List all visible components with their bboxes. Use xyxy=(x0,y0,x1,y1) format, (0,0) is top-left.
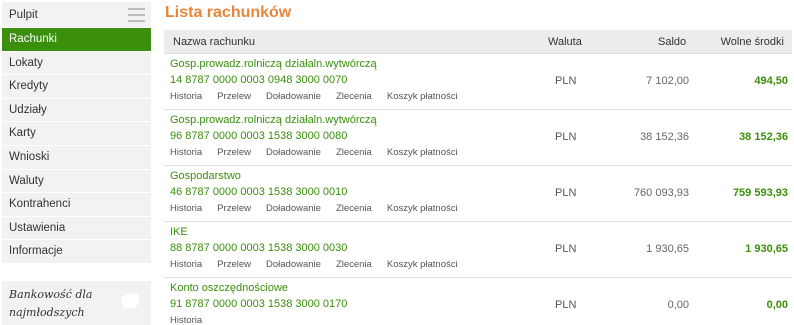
sidebar-item-ustawienia[interactable]: Ustawienia xyxy=(2,216,151,241)
account-number-link[interactable]: 46 8787 0000 0003 1538 3000 0010 xyxy=(170,186,347,198)
action-orders-link[interactable]: Zlecenia xyxy=(336,259,372,270)
sidebar-item-kontrahenci[interactable]: Kontrahenci xyxy=(2,193,151,217)
sidebar-item-waluty[interactable]: Waluty xyxy=(2,169,151,194)
action-orders-link[interactable]: Zlecenia xyxy=(336,91,372,102)
account-available: 494,50 xyxy=(754,75,788,87)
sidebar-item-karty[interactable]: Karty xyxy=(2,122,151,146)
account-currency: PLN xyxy=(555,131,577,143)
account-balance: 0,00 xyxy=(667,299,689,311)
action-basket-link[interactable]: Koszyk płatności xyxy=(387,203,458,214)
sidebar-item-udzialy[interactable]: Udziały xyxy=(2,98,151,123)
sidebar: Pulpit Rachunki Lokaty Kredyty Udziały K… xyxy=(2,2,151,325)
column-header-available: Wolne środki xyxy=(720,36,784,48)
action-history-link[interactable]: Historia xyxy=(170,91,202,102)
account-name-link[interactable]: Gospodarstwo xyxy=(170,170,241,182)
account-available: 0,00 xyxy=(766,299,788,311)
account-balance: 38 152,36 xyxy=(640,131,689,143)
sidebar-item-label: Waluty xyxy=(9,174,44,187)
account-name-link[interactable]: Gosp.prowadz.rolniczą działaln.wytwórczą xyxy=(170,58,377,70)
sidebar-item-kredyty[interactable]: Kredyty xyxy=(2,75,151,99)
sidebar-item-pulpit[interactable]: Pulpit xyxy=(2,2,151,28)
action-transfer-link[interactable]: Przelew xyxy=(217,203,251,214)
promo-banner-kids[interactable]: Bankowość dla najmłodszych xyxy=(2,280,151,325)
action-transfer-link[interactable]: Przelew xyxy=(217,147,251,158)
sidebar-item-label: Ustawienia xyxy=(9,221,66,234)
account-currency: PLN xyxy=(555,75,577,87)
menu-icon[interactable] xyxy=(128,8,145,22)
sidebar-item-label: Kontrahenci xyxy=(9,198,71,211)
piggy-bank-icon xyxy=(121,292,139,309)
account-currency: PLN xyxy=(555,299,577,311)
accounts-table: Nazwa rachunku Waluta Saldo Wolne środki… xyxy=(164,30,792,325)
action-orders-link[interactable]: Zlecenia xyxy=(336,203,372,214)
sidebar-item-informacje[interactable]: Informacje xyxy=(2,240,151,264)
account-available: 1 930,65 xyxy=(745,243,788,255)
action-topup-link[interactable]: Doładowanie xyxy=(266,259,321,270)
action-history-link[interactable]: Historia xyxy=(170,203,202,214)
sidebar-item-label: Udziały xyxy=(9,103,47,116)
account-actions: Historia Przelew Doładowanie Zlecenia Ko… xyxy=(170,91,473,102)
account-balance: 760 093,93 xyxy=(633,187,689,199)
account-actions: Historia Przelew Doładowanie Zlecenia Ko… xyxy=(170,259,473,270)
account-available: 38 152,36 xyxy=(739,131,788,143)
account-name-link[interactable]: Konto oszczędnościowe xyxy=(170,282,288,294)
action-orders-link[interactable]: Zlecenia xyxy=(336,147,372,158)
account-balance: 1 930,65 xyxy=(646,243,689,255)
account-number-link[interactable]: 14 8787 0000 0003 0948 3000 0070 xyxy=(170,74,347,86)
account-number-link[interactable]: 88 8787 0000 0003 1538 3000 0030 xyxy=(170,242,347,254)
sidebar-item-wnioski[interactable]: Wnioski xyxy=(2,145,151,170)
column-header-balance: Saldo xyxy=(658,36,687,48)
account-balance: 7 102,00 xyxy=(646,75,689,87)
account-actions: Historia xyxy=(170,315,217,325)
table-row: Gosp.prowadz.rolniczą działaln.wytwórczą… xyxy=(164,110,792,166)
table-row: Gosp.prowadz.rolniczą działaln.wytwórczą… xyxy=(164,54,792,110)
action-topup-link[interactable]: Doładowanie xyxy=(266,203,321,214)
page-title: Lista rachunków xyxy=(165,4,292,21)
account-number-link[interactable]: 96 8787 0000 0003 1538 3000 0080 xyxy=(170,130,347,142)
action-topup-link[interactable]: Doładowanie xyxy=(266,147,321,158)
action-basket-link[interactable]: Koszyk płatności xyxy=(387,91,458,102)
table-header: Nazwa rachunku Waluta Saldo Wolne środki xyxy=(164,30,792,54)
sidebar-item-label: Wnioski xyxy=(9,150,50,163)
action-history-link[interactable]: Historia xyxy=(170,315,202,325)
table-row: Gospodarstwo 46 8787 0000 0003 1538 3000… xyxy=(164,166,792,222)
account-actions: Historia Przelew Doładowanie Zlecenia Ko… xyxy=(170,203,473,214)
sidebar-item-label: Informacje xyxy=(9,245,63,258)
account-currency: PLN xyxy=(555,243,577,255)
action-transfer-link[interactable]: Przelew xyxy=(217,91,251,102)
sidebar-item-rachunki[interactable]: Rachunki xyxy=(2,28,151,52)
action-basket-link[interactable]: Koszyk płatności xyxy=(387,147,458,158)
action-topup-link[interactable]: Doładowanie xyxy=(266,91,321,102)
action-history-link[interactable]: Historia xyxy=(170,259,202,270)
action-history-link[interactable]: Historia xyxy=(170,147,202,158)
sidebar-item-label: Karty xyxy=(9,127,36,140)
sidebar-item-lokaty[interactable]: Lokaty xyxy=(2,51,151,76)
sidebar-item-label: Lokaty xyxy=(9,56,43,69)
account-name-link[interactable]: IKE xyxy=(170,226,188,238)
sidebar-item-label: Rachunki xyxy=(9,33,57,45)
column-header-name: Nazwa rachunku xyxy=(173,36,255,48)
account-number-link[interactable]: 91 8787 0000 0003 1538 3000 0170 xyxy=(170,298,347,310)
account-actions: Historia Przelew Doładowanie Zlecenia Ko… xyxy=(170,147,473,158)
account-name-link[interactable]: Gosp.prowadz.rolniczą działaln.wytwórczą xyxy=(170,114,377,126)
account-currency: PLN xyxy=(555,187,577,199)
table-row: Konto oszczędnościowe 91 8787 0000 0003 … xyxy=(164,278,792,325)
account-available: 759 593,93 xyxy=(732,187,788,199)
column-header-currency: Waluta xyxy=(548,36,582,48)
sidebar-item-label: Pulpit xyxy=(9,9,38,21)
table-row: IKE 88 8787 0000 0003 1538 3000 0030 His… xyxy=(164,222,792,278)
sidebar-item-label: Kredyty xyxy=(9,80,48,93)
action-basket-link[interactable]: Koszyk płatności xyxy=(387,259,458,270)
action-transfer-link[interactable]: Przelew xyxy=(217,259,251,270)
